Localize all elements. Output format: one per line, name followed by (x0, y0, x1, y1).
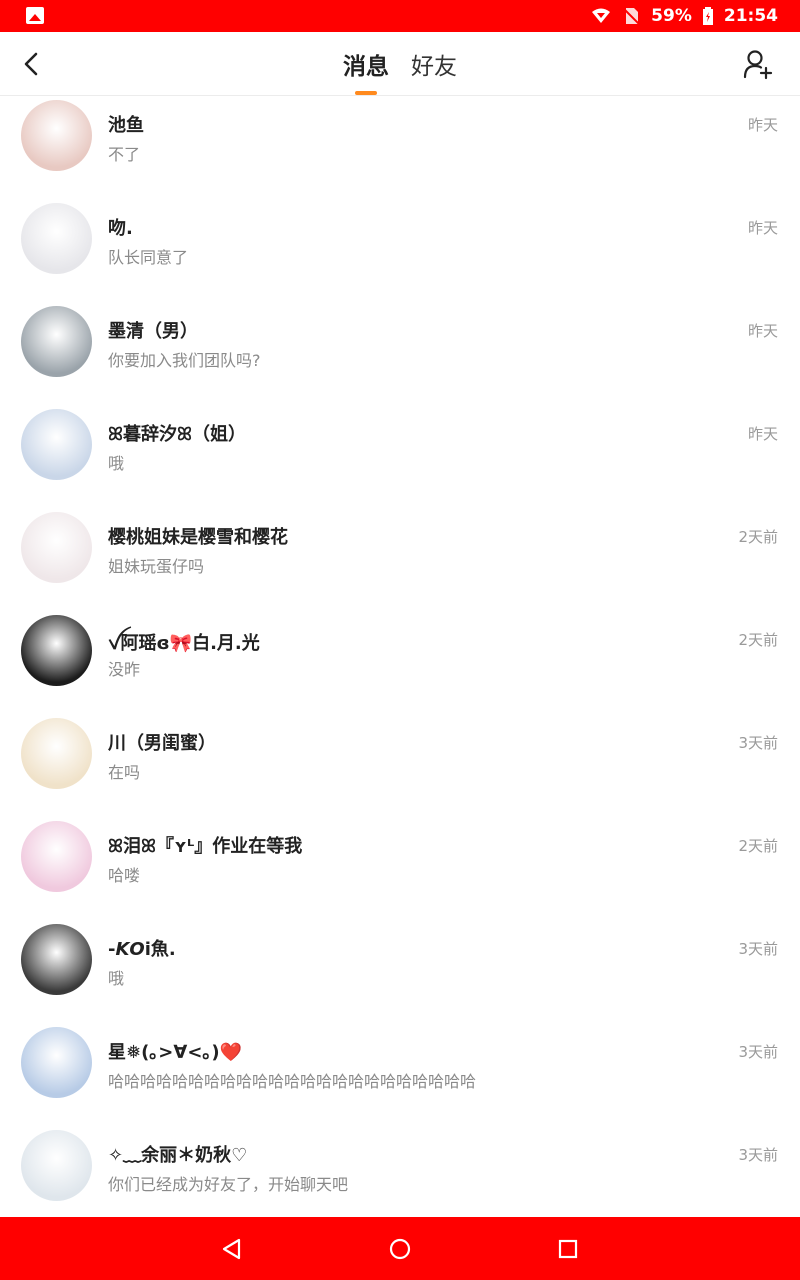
last-message: 姐妹玩蛋仔吗 (108, 557, 205, 576)
last-message: 你们已经成为好友了，开始聊天吧 (108, 1175, 349, 1194)
message-time: 2天前 (738, 631, 778, 649)
contact-name: 池鱼 (108, 115, 144, 136)
gallery-icon (26, 7, 44, 24)
avatar[interactable] (21, 306, 92, 377)
message-time: 昨天 (747, 322, 778, 340)
message-time: 2天前 (738, 837, 778, 855)
conversation-list[interactable]: 池鱼 不了 昨天 吻. 队长同意了 昨天 墨清（男） 你要加入我们团队吗? 昨天 ꕤ暮辞汐ꕤ（姐）… (0, 96, 800, 1217)
conversation-item[interactable]: ꕤ泪ꕤ『ʏᴸ』作业在等我 哈喽 2天前 (0, 821, 800, 924)
conversation-item[interactable]: ꪜ阿瑶ɞ🎀白.月.光 没昨 2天前 (0, 615, 800, 718)
contact-name: 星❅(｡>∀<｡)❤️ (108, 1042, 243, 1063)
message-time: 3天前 (738, 1146, 778, 1164)
conversation-item[interactable]: -𝙆𝙊i魚. 哦 3天前 (0, 924, 800, 1027)
conversation-item[interactable]: ✧﹏余丽＊奶秋♡ 你们已经成为好友了，开始聊天吧 3天前 (0, 1130, 800, 1217)
status-indicators: 59% 21:54 (591, 0, 778, 32)
contact-name: ✧﹏余丽＊奶秋♡ (108, 1145, 248, 1166)
add-friend-icon[interactable] (742, 48, 774, 80)
contact-name: ꕤ泪ꕤ『ʏᴸ』作业在等我 (108, 836, 303, 857)
no-sim-icon (622, 7, 641, 25)
wifi-icon (592, 8, 611, 23)
message-time: 3天前 (738, 1043, 778, 1061)
conversation-item[interactable]: 川（男闺蜜） 在吗 3天前 (0, 718, 800, 821)
battery-percent: 59% (651, 6, 692, 26)
avatar[interactable] (21, 1027, 92, 1098)
status-bar: 59% 21:54 (0, 0, 800, 32)
avatar[interactable] (21, 1130, 92, 1201)
avatar[interactable] (21, 512, 92, 583)
nav-home-icon[interactable] (388, 1237, 412, 1261)
message-time: 3天前 (738, 734, 778, 752)
avatar[interactable] (21, 409, 92, 480)
tab-messages[interactable]: 消息 (343, 47, 389, 95)
last-message: 哦 (108, 454, 125, 473)
avatar[interactable] (21, 203, 92, 274)
conversation-item[interactable]: 吻. 队长同意了 昨天 (0, 203, 800, 306)
conversation-item[interactable]: ꕤ暮辞汐ꕤ（姐） 哦 昨天 (0, 409, 800, 512)
conversation-item[interactable]: 星❅(｡>∀<｡)❤️ 哈哈哈哈哈哈哈哈哈哈哈哈哈哈哈哈哈哈哈哈哈哈哈 3天前 (0, 1027, 800, 1130)
tab-friends-label: 好友 (411, 54, 457, 80)
last-message: 你要加入我们团队吗? (108, 351, 261, 370)
tab-friends[interactable]: 好友 (411, 47, 457, 81)
nav-back-icon[interactable] (220, 1237, 244, 1261)
avatar[interactable] (21, 821, 92, 892)
last-message: 没昨 (108, 660, 141, 679)
contact-name: -𝙆𝙊i魚. (108, 939, 176, 960)
contact-name: ꕤ暮辞汐ꕤ（姐） (108, 424, 246, 445)
nav-recents-icon[interactable] (556, 1237, 580, 1261)
message-time: 2天前 (738, 528, 778, 546)
clock: 21:54 (723, 6, 778, 26)
message-time: 3天前 (738, 940, 778, 958)
avatar[interactable] (21, 924, 92, 995)
message-time: 昨天 (747, 425, 778, 443)
conversation-item[interactable]: 墨清（男） 你要加入我们团队吗? 昨天 (0, 306, 800, 409)
conversation-item[interactable]: 樱桃姐妹是樱雪和樱花 姐妹玩蛋仔吗 2天前 (0, 512, 800, 615)
last-message: 哦 (108, 969, 125, 988)
contact-name: 樱桃姐妹是樱雪和樱花 (108, 527, 288, 548)
avatar[interactable] (21, 718, 92, 789)
contact-name: 吻. (108, 218, 133, 239)
last-message: 哈哈哈哈哈哈哈哈哈哈哈哈哈哈哈哈哈哈哈哈哈哈哈 (108, 1072, 477, 1091)
last-message: 在吗 (108, 763, 141, 782)
header: 消息 好友 (0, 32, 800, 96)
contact-name: 川（男闺蜜） (108, 733, 216, 754)
tab-bar: 消息 好友 (0, 32, 800, 96)
navigation-bar (0, 1217, 800, 1280)
contact-name: 墨清（男） (108, 321, 198, 342)
avatar[interactable] (21, 100, 92, 171)
last-message: 哈喽 (108, 866, 141, 885)
battery-icon (702, 7, 713, 25)
tab-messages-label: 消息 (343, 54, 389, 80)
active-tab-indicator (355, 91, 377, 95)
last-message: 队长同意了 (108, 248, 189, 267)
message-time: 昨天 (747, 219, 778, 237)
message-time: 昨天 (747, 116, 778, 134)
avatar[interactable] (21, 615, 92, 686)
conversation-item[interactable]: 池鱼不了 昨天 (0, 100, 800, 203)
last-message: 不了 (108, 145, 141, 164)
